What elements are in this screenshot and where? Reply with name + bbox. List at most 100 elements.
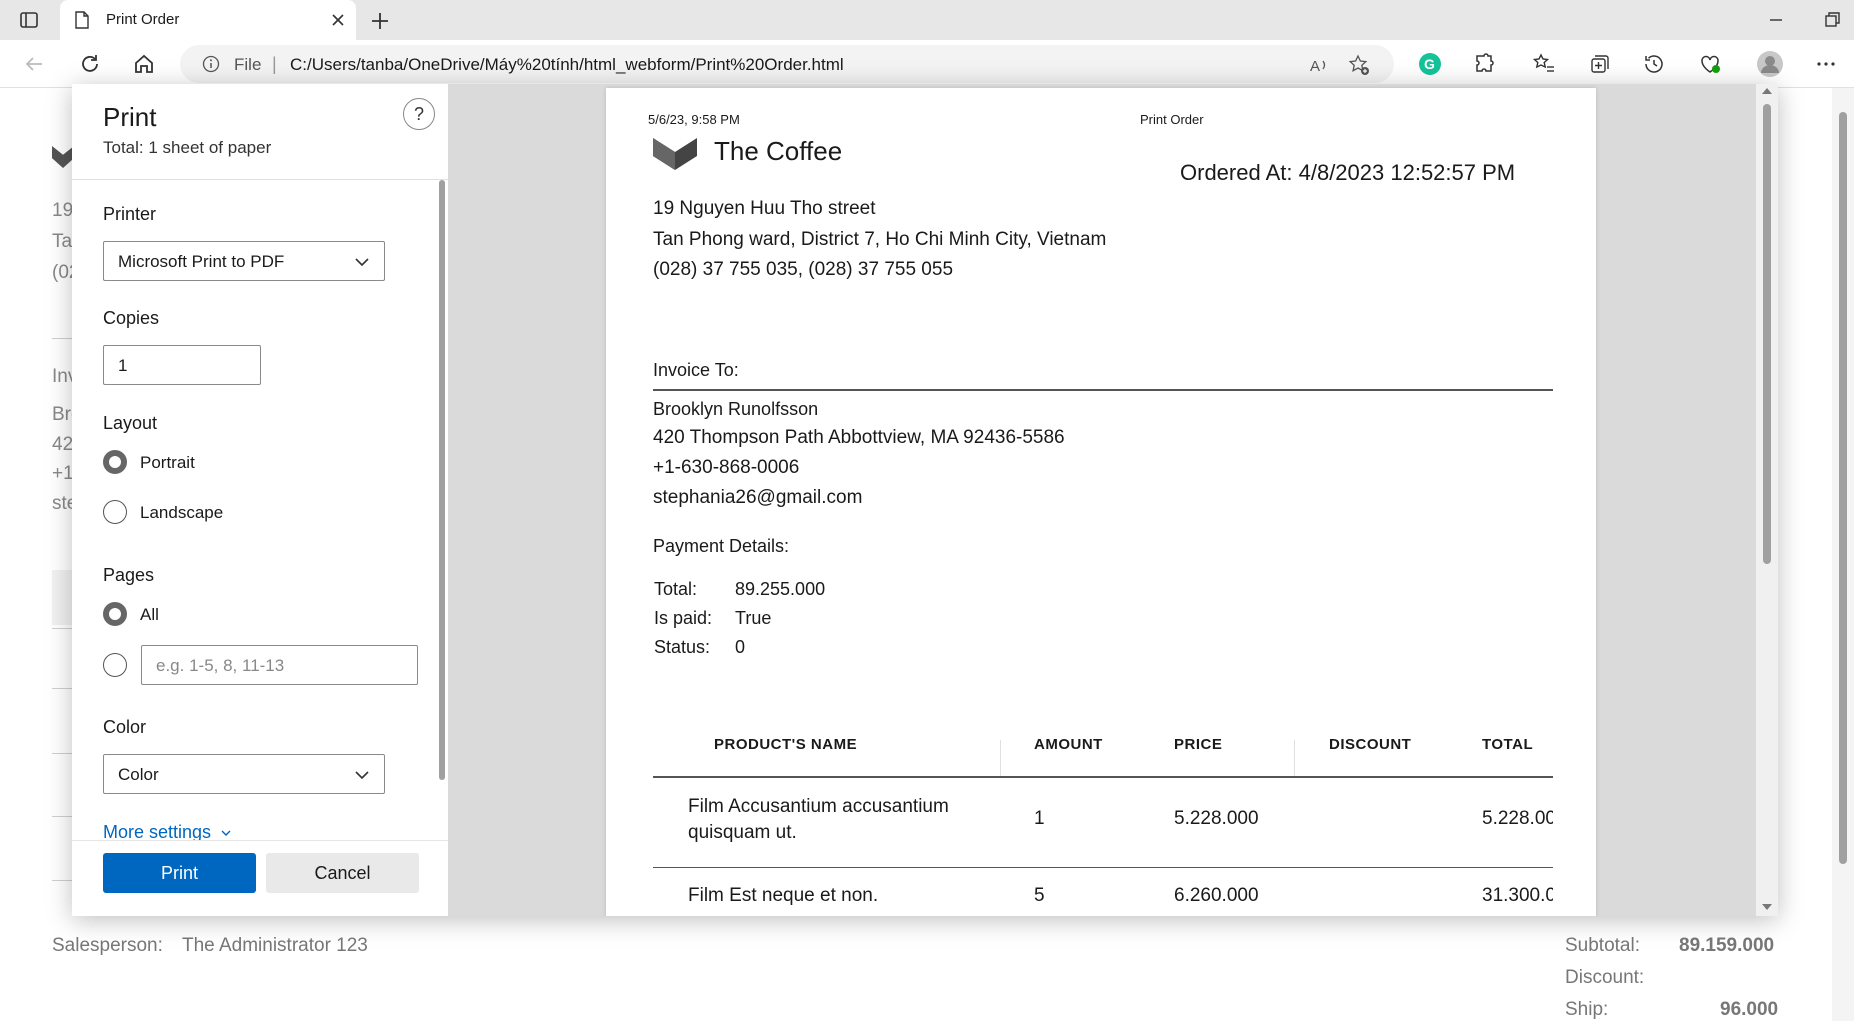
performance-icon[interactable] — [1698, 52, 1722, 76]
panel-footer: Print Cancel — [72, 840, 448, 916]
portrait-label[interactable]: Portrait — [140, 453, 195, 473]
status-label: Status: — [654, 637, 711, 657]
panel-divider — [72, 179, 448, 180]
scroll-down-icon[interactable] — [1761, 902, 1773, 912]
pages-range-input[interactable]: e.g. 1-5, 8, 11-13 — [141, 645, 418, 685]
panel-scrollbar-thumb[interactable] — [439, 180, 445, 780]
total-value: 89.255.000 — [735, 579, 826, 599]
bg-divider — [52, 338, 72, 339]
discount-label: Discount: — [1565, 967, 1645, 988]
total-label: Total: — [654, 579, 698, 599]
color-label: Color — [103, 717, 147, 737]
address-bar[interactable]: File | C:/Users/tanba/OneDrive/Máy%20tín… — [180, 45, 1394, 83]
coffee-logo-icon — [653, 138, 697, 170]
ordered-at: Ordered At: 4/8/2023 12:52:57 PM — [1180, 160, 1516, 185]
column-header: DISCOUNT — [1329, 736, 1412, 753]
price-cell: 5.228.000 — [1174, 808, 1259, 829]
ship-value: 96.000 — [1720, 999, 1779, 1020]
product-name-line2: quisquam ut. — [688, 822, 797, 843]
sidebar-toggle-icon[interactable] — [18, 9, 40, 31]
shop-name: The Coffee — [714, 136, 843, 166]
cancel-button[interactable]: Cancel — [266, 853, 419, 893]
product-name-line1: Film Est neque et non. — [688, 885, 879, 906]
column-header: PRODUCT'S NAME — [714, 736, 858, 753]
profile-avatar-icon[interactable] — [1756, 50, 1784, 78]
bg-fragment: 19 — [52, 200, 74, 221]
history-icon[interactable] — [1642, 52, 1666, 76]
page-scrollbar-thumb[interactable] — [1839, 112, 1847, 864]
customer-address: 420 Thompson Path Abbottview, MA 92436-5… — [653, 427, 1065, 448]
header-divider — [653, 389, 1553, 391]
more-menu-icon[interactable] — [1814, 52, 1838, 76]
invoice-to-label: Invoice To: — [653, 360, 739, 380]
address-separator: | — [272, 54, 277, 74]
subtotal-label: Subtotal: — [1565, 935, 1640, 956]
chevron-down-icon — [221, 830, 231, 836]
address-url[interactable]: C:/Users/tanba/OneDrive/Máy%20tính/html_… — [290, 55, 844, 75]
subtotal-value: 89.159.000 — [1679, 935, 1775, 956]
ship-label: Ship: — [1565, 999, 1609, 1020]
color-value: Color — [118, 765, 159, 784]
minimize-icon[interactable] — [1766, 10, 1786, 30]
help-button[interactable]: ? — [403, 98, 435, 130]
close-tab-icon[interactable] — [328, 10, 348, 30]
address-scheme: File — [234, 55, 262, 74]
amount-cell: 1 — [1034, 808, 1045, 829]
table-header-divider — [653, 776, 1553, 778]
refresh-icon[interactable] — [78, 52, 102, 76]
total-cell: 5.228.00 — [1482, 808, 1553, 829]
read-aloud-icon[interactable]: A — [1308, 54, 1330, 76]
landscape-label[interactable]: Landscape — [140, 503, 223, 523]
bg-divider — [52, 753, 72, 754]
salesperson-label: Salesperson: — [52, 935, 163, 956]
extensions-icon[interactable] — [1472, 52, 1496, 76]
document-icon — [75, 11, 89, 29]
printer-select[interactable]: Microsoft Print to PDF — [103, 241, 385, 281]
layout-label: Layout — [103, 413, 158, 433]
info-icon[interactable] — [202, 55, 220, 73]
copies-value: 1 — [118, 356, 128, 375]
pages-all-radio[interactable] — [103, 602, 127, 626]
grammarly-icon[interactable]: G — [1418, 52, 1442, 76]
tab-print-order[interactable]: Print Order — [60, 0, 356, 40]
add-favorite-icon[interactable] — [1348, 54, 1370, 76]
print-button[interactable]: Print — [103, 853, 256, 893]
pages-custom-radio[interactable] — [103, 653, 127, 677]
color-select[interactable]: Color — [103, 754, 385, 794]
landscape-radio[interactable] — [103, 500, 127, 524]
chevron-down-icon — [355, 258, 369, 267]
back-icon[interactable] — [22, 52, 46, 76]
payment-details-label: Payment Details: — [653, 536, 790, 556]
salesperson-value: The Administrator 123 — [182, 935, 368, 956]
favorites-icon[interactable] — [1532, 52, 1556, 76]
collections-icon[interactable] — [1588, 52, 1612, 76]
sheet-count: Total: 1 sheet of paper — [103, 138, 272, 157]
scroll-up-icon[interactable] — [1761, 86, 1773, 96]
new-tab-icon[interactable] — [368, 9, 392, 33]
page-scrollbar[interactable] — [1832, 88, 1854, 1021]
row-divider — [653, 867, 1553, 868]
pages-range-placeholder: e.g. 1-5, 8, 11-13 — [156, 656, 285, 675]
column-header: PRICE — [1174, 736, 1223, 753]
tab-title: Print Order — [106, 11, 180, 28]
copies-input[interactable]: 1 — [103, 345, 261, 385]
preview-scrollbar[interactable] — [1756, 84, 1778, 916]
svg-text:G: G — [1424, 56, 1435, 72]
home-icon[interactable] — [132, 52, 156, 76]
status-value: 0 — [735, 637, 746, 657]
tab-strip: Print Order — [0, 0, 1854, 40]
print-date: 5/6/23, 9:58 PM — [648, 112, 740, 127]
column-header: TOTAL — [1482, 736, 1534, 753]
preview-scrollbar-thumb[interactable] — [1763, 104, 1771, 564]
bg-fragment: Ta — [52, 231, 73, 252]
svg-text:A: A — [1310, 58, 1320, 75]
bg-divider — [52, 688, 72, 689]
column-separator — [1000, 740, 1001, 778]
pages-all-label[interactable]: All — [140, 605, 159, 625]
portrait-radio[interactable] — [103, 450, 127, 474]
pages-label: Pages — [103, 565, 155, 585]
restore-icon[interactable] — [1822, 10, 1842, 30]
panel-scrollbar[interactable] — [438, 180, 446, 780]
page-footer-summary: Salesperson: The Administrator 123 Subto… — [0, 916, 1854, 1021]
customer-name: Brooklyn Runolfsson — [653, 399, 819, 419]
